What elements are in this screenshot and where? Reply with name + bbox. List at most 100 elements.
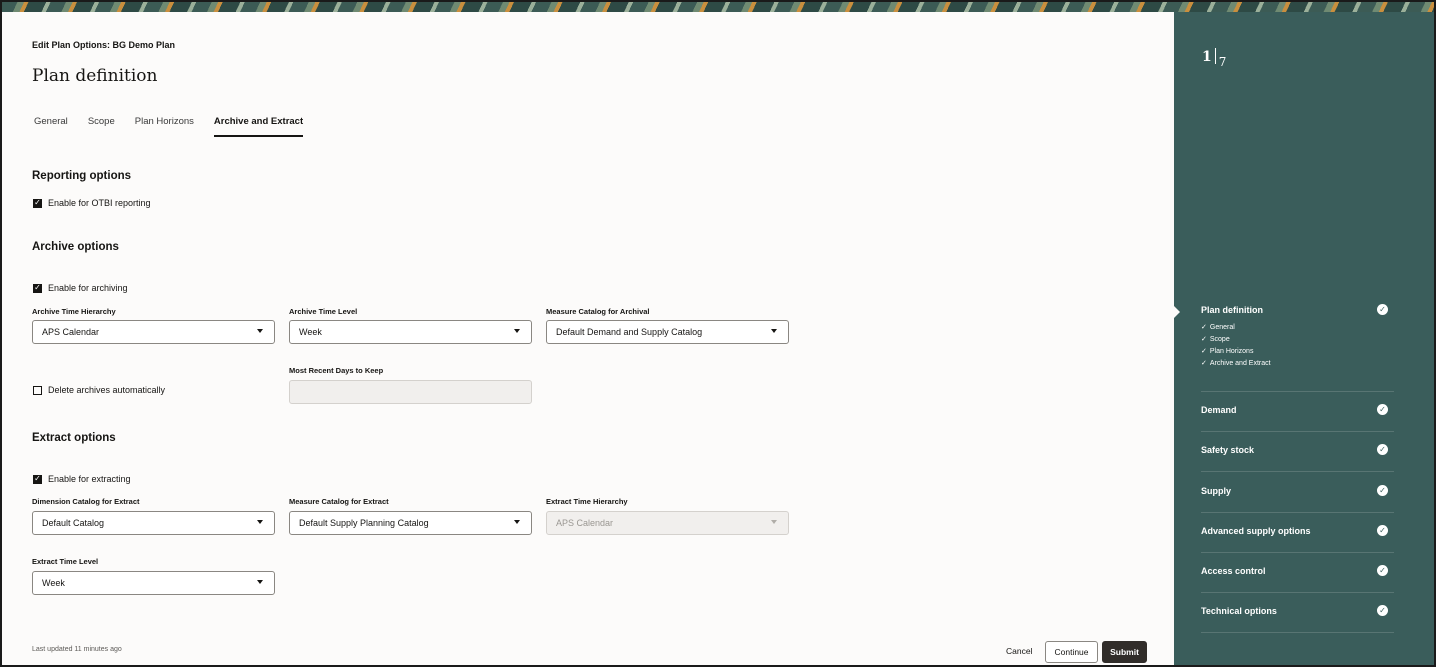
- enable-extracting-checkbox[interactable]: Enable for extracting: [33, 474, 131, 484]
- step-advanced-supply-options[interactable]: Advanced supply options ✓: [1201, 525, 1394, 553]
- substep-label: Archive and Extract: [1209, 359, 1271, 367]
- archive-time-hierarchy-label: Archive Time Hierarchy: [32, 307, 116, 316]
- measure-catalog-archival-label: Measure Catalog for Archival: [546, 307, 650, 316]
- check-circle-icon: ✓: [1377, 485, 1388, 496]
- extract-time-hierarchy-label: Extract Time Hierarchy: [546, 497, 628, 506]
- substep-label: Plan Horizons: [1209, 347, 1254, 355]
- check-icon: ✓: [1201, 360, 1207, 367]
- archive-options-heading: Archive options: [32, 241, 119, 253]
- extract-time-level-value: Week: [42, 578, 65, 588]
- check-icon: ✓: [1201, 336, 1207, 343]
- extract-time-hierarchy-select: APS Calendar: [546, 511, 789, 535]
- dimension-catalog-value: Default Catalog: [42, 518, 105, 528]
- submit-button[interactable]: Submit: [1102, 641, 1147, 663]
- chevron-down-icon: [771, 329, 777, 333]
- archive-time-hierarchy-value: APS Calendar: [42, 327, 100, 337]
- tab-archive-and-extract[interactable]: Archive and Extract: [213, 116, 304, 137]
- tab-general[interactable]: General: [34, 116, 68, 137]
- current-step-number: 1: [1202, 49, 1212, 65]
- dimension-catalog-label: Dimension Catalog for Extract: [32, 497, 140, 506]
- substep-general[interactable]: ✓ General: [1201, 323, 1394, 332]
- archive-time-level-label: Archive Time Level: [289, 307, 358, 316]
- check-circle-icon: ✓: [1377, 444, 1388, 455]
- archive-time-level-value: Week: [299, 327, 322, 337]
- step-safety-stock-header: Safety stock ✓: [1201, 444, 1394, 455]
- step-label: Safety stock: [1201, 444, 1255, 455]
- measure-catalog-archival-select[interactable]: Default Demand and Supply Catalog: [546, 320, 789, 344]
- step-supply[interactable]: Supply ✓: [1201, 485, 1394, 513]
- breadcrumb: Edit Plan Options: BG Demo Plan: [32, 40, 176, 50]
- chevron-down-icon: [514, 329, 520, 333]
- step-technical-options[interactable]: Technical options ✓: [1201, 605, 1394, 633]
- substep-label: Scope: [1209, 335, 1230, 343]
- extract-options-heading: Extract options: [32, 432, 116, 444]
- page-title: Plan definition: [32, 66, 158, 86]
- checkbox-checked-icon: [33, 198, 42, 208]
- step-label: Plan definition: [1201, 304, 1263, 315]
- measure-catalog-extract-value: Default Supply Planning Catalog: [299, 518, 429, 528]
- step-technical-options-header: Technical options ✓: [1201, 605, 1394, 616]
- step-demand[interactable]: Demand ✓: [1201, 404, 1394, 432]
- measure-catalog-extract-select[interactable]: Default Supply Planning Catalog: [289, 511, 532, 535]
- step-demand-header: Demand ✓: [1201, 404, 1394, 415]
- check-circle-icon: ✓: [1377, 304, 1388, 315]
- step-supply-header: Supply ✓: [1201, 485, 1394, 496]
- current-step-pointer-icon: [1174, 306, 1180, 318]
- step-plan-definition-header[interactable]: Plan definition ✓: [1201, 304, 1394, 315]
- step-label: Technical options: [1201, 605, 1277, 616]
- enable-archiving-label: Enable for archiving: [48, 283, 128, 293]
- checkbox-checked-icon: [33, 283, 42, 293]
- main-panel: Edit Plan Options: BG Demo Plan Plan def…: [2, 12, 1174, 665]
- dimension-catalog-select[interactable]: Default Catalog: [32, 511, 275, 535]
- chevron-down-icon: [771, 520, 777, 524]
- substep-label: General: [1209, 323, 1235, 331]
- extract-time-level-select[interactable]: Week: [32, 571, 275, 595]
- substep-plan-horizons[interactable]: ✓ Plan Horizons: [1201, 347, 1394, 356]
- archive-time-level-select[interactable]: Week: [289, 320, 532, 344]
- enable-extracting-label: Enable for extracting: [48, 474, 131, 484]
- extract-time-hierarchy-value: APS Calendar: [556, 518, 614, 528]
- substep-archive-and-extract[interactable]: ✓ Archive and Extract: [1201, 359, 1394, 368]
- checkbox-checked-icon: [33, 474, 42, 484]
- measure-catalog-extract-label: Measure Catalog for Extract: [289, 497, 389, 506]
- recent-days-label: Most Recent Days to Keep: [289, 366, 384, 375]
- recent-days-input: [289, 380, 532, 404]
- app-window: Edit Plan Options: BG Demo Plan Plan def…: [0, 0, 1436, 667]
- tab-scope[interactable]: Scope: [88, 116, 115, 137]
- check-circle-icon: ✓: [1377, 565, 1388, 576]
- step-access-control[interactable]: Access control ✓: [1201, 565, 1394, 593]
- last-updated-text: Last updated 11 minutes ago: [32, 646, 122, 653]
- continue-button[interactable]: Continue: [1045, 641, 1098, 663]
- step-label: Demand: [1201, 404, 1237, 415]
- step-counter: 17: [1202, 48, 1226, 69]
- tab-bar: General Scope Plan Horizons Archive and …: [34, 116, 323, 137]
- step-plan-definition: Plan definition ✓ ✓ General ✓ Scope ✓ Plan …: [1201, 304, 1394, 392]
- step-label: Advanced supply options: [1201, 525, 1311, 536]
- check-circle-icon: ✓: [1377, 404, 1388, 415]
- decorative-banner: [2, 2, 1434, 12]
- step-access-control-header: Access control ✓: [1201, 565, 1394, 576]
- counter-divider: [1214, 48, 1216, 64]
- substep-scope[interactable]: ✓ Scope: [1201, 335, 1394, 344]
- step-label: Supply: [1201, 485, 1232, 496]
- chevron-down-icon: [514, 520, 520, 524]
- reporting-options-heading: Reporting options: [32, 170, 132, 182]
- chevron-down-icon: [257, 329, 263, 333]
- otbi-reporting-checkbox[interactable]: Enable for OTBI reporting: [33, 198, 151, 208]
- delete-archives-checkbox[interactable]: Delete archives automatically: [33, 385, 165, 395]
- chevron-down-icon: [257, 580, 263, 584]
- chevron-down-icon: [257, 520, 263, 524]
- archive-time-hierarchy-select[interactable]: APS Calendar: [32, 320, 275, 344]
- step-safety-stock[interactable]: Safety stock ✓: [1201, 444, 1394, 472]
- tab-plan-horizons[interactable]: Plan Horizons: [135, 116, 194, 137]
- check-circle-icon: ✓: [1377, 525, 1388, 536]
- check-icon: ✓: [1201, 348, 1207, 355]
- step-advanced-supply-options-header: Advanced supply options ✓: [1201, 525, 1394, 536]
- cancel-button[interactable]: Cancel: [1006, 646, 1032, 656]
- total-steps-number: 7: [1218, 55, 1227, 69]
- check-icon: ✓: [1201, 324, 1207, 331]
- step-label: Access control: [1201, 565, 1266, 576]
- check-circle-icon: ✓: [1377, 605, 1388, 616]
- measure-catalog-archival-value: Default Demand and Supply Catalog: [556, 327, 703, 337]
- enable-archiving-checkbox[interactable]: Enable for archiving: [33, 283, 128, 293]
